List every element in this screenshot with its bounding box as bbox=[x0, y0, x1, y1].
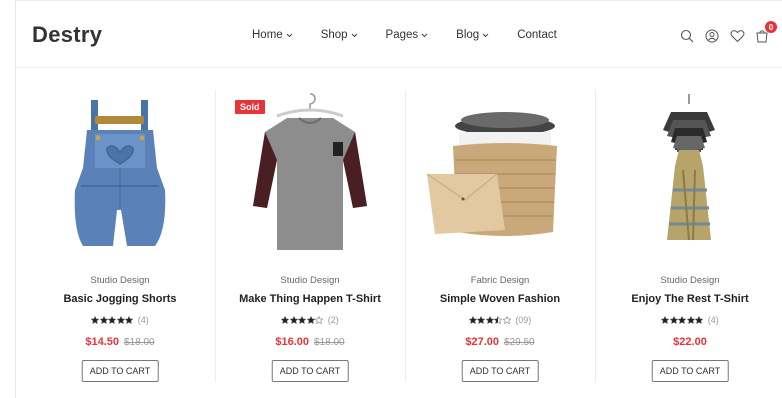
add-to-cart-button[interactable]: ADD TO CART bbox=[81, 360, 159, 382]
nav-item-label: Home bbox=[252, 29, 283, 41]
review-count: (09) bbox=[515, 315, 532, 325]
nav-item-home[interactable]: Home bbox=[252, 29, 293, 41]
old-price: $18.00 bbox=[124, 337, 155, 348]
product-rating: (09) bbox=[405, 315, 595, 325]
user-icon[interactable] bbox=[703, 27, 721, 45]
star-icon bbox=[502, 316, 511, 324]
current-price: $14.50 bbox=[85, 336, 120, 348]
main-nav: Home Shop Pages Blog Contact bbox=[252, 29, 585, 41]
star-rating bbox=[661, 316, 704, 324]
product-image-overalls[interactable] bbox=[25, 90, 215, 258]
product-card[interactable]: Fabric Design Simple Woven Fashion (09) … bbox=[405, 90, 595, 386]
site-logo[interactable]: Destry bbox=[32, 22, 102, 48]
product-brand: Studio Design bbox=[280, 275, 340, 286]
product-brand: Studio Design bbox=[660, 275, 720, 286]
current-price: $22.00 bbox=[673, 336, 707, 348]
add-to-cart-button[interactable]: ADD TO CART bbox=[461, 360, 539, 382]
nav-item-label: Contact bbox=[517, 29, 557, 41]
nav-item-label: Pages bbox=[385, 29, 419, 41]
product-brand: Studio Design bbox=[90, 275, 150, 286]
star-icon bbox=[281, 316, 290, 324]
cart-count-badge: 0 bbox=[765, 21, 777, 33]
star-icon bbox=[686, 316, 695, 324]
review-count: (2) bbox=[327, 315, 339, 325]
star-icon bbox=[695, 316, 704, 324]
chevron-down-icon bbox=[351, 29, 358, 41]
product-prices: $14.50 $18.00 bbox=[25, 336, 215, 348]
add-to-cart-button[interactable]: ADD TO CART bbox=[271, 360, 349, 382]
header: Destry Home Shop Pages Blog Contact 0 bbox=[16, 0, 782, 68]
star-icon bbox=[315, 316, 324, 324]
product-card[interactable]: Sold Studio Design Make Thing Happen T-S… bbox=[215, 90, 405, 386]
star-icon bbox=[91, 316, 100, 324]
star-icon bbox=[669, 316, 678, 324]
nav-item-label: Blog bbox=[456, 29, 480, 41]
star-icon bbox=[678, 316, 687, 324]
star-icon bbox=[289, 316, 298, 324]
nav-item-label: Shop bbox=[320, 29, 348, 41]
star-icon bbox=[494, 316, 503, 324]
star-rating bbox=[91, 316, 134, 324]
current-price: $27.00 bbox=[465, 336, 500, 348]
product-rating: (4) bbox=[595, 315, 782, 325]
star-icon bbox=[116, 316, 125, 324]
star-rating bbox=[281, 316, 324, 324]
nav-item-shop[interactable]: Shop bbox=[321, 29, 358, 41]
review-count: (4) bbox=[137, 315, 149, 325]
search-icon[interactable] bbox=[678, 27, 696, 45]
nav-item-pages[interactable]: Pages bbox=[386, 29, 429, 41]
product-rating: (2) bbox=[215, 315, 405, 325]
product-grid: Studio Design Basic Jogging Shorts (4) $… bbox=[25, 90, 782, 390]
product-rating: (4) bbox=[25, 315, 215, 325]
current-price: $16.00 bbox=[275, 336, 310, 348]
star-icon bbox=[477, 316, 486, 324]
product-prices: $16.00 $18.00 bbox=[215, 336, 405, 348]
product-brand: Fabric Design bbox=[470, 275, 530, 286]
nav-item-contact[interactable]: Contact bbox=[517, 29, 557, 41]
product-image-hanging-dress[interactable] bbox=[595, 90, 782, 258]
cart-icon[interactable]: 0 bbox=[753, 21, 777, 45]
add-to-cart-button[interactable]: ADD TO CART bbox=[651, 360, 729, 382]
star-icon bbox=[108, 316, 117, 324]
star-icon bbox=[99, 316, 108, 324]
star-icon bbox=[661, 316, 670, 324]
review-count: (4) bbox=[707, 315, 719, 325]
old-price: $29.50 bbox=[504, 337, 535, 348]
sold-badge: Sold bbox=[235, 100, 265, 114]
product-title[interactable]: Enjoy The Rest T-Shirt bbox=[595, 293, 782, 305]
product-title[interactable]: Make Thing Happen T-Shirt bbox=[215, 293, 405, 305]
star-icon bbox=[485, 316, 494, 324]
old-price: $18.00 bbox=[314, 337, 345, 348]
star-icon bbox=[468, 316, 477, 324]
star-rating bbox=[468, 316, 512, 324]
product-card[interactable]: Studio Design Basic Jogging Shorts (4) $… bbox=[25, 90, 215, 386]
product-prices: $22.00 bbox=[595, 336, 782, 348]
page: Destry Home Shop Pages Blog Contact 0 St… bbox=[0, 0, 782, 398]
product-image-basket[interactable] bbox=[405, 90, 595, 258]
star-icon bbox=[125, 316, 134, 324]
chevron-down-icon bbox=[482, 29, 489, 41]
product-card[interactable]: Studio Design Enjoy The Rest T-Shirt (4)… bbox=[595, 90, 782, 386]
product-title[interactable]: Basic Jogging Shorts bbox=[25, 293, 215, 305]
chevron-down-icon bbox=[286, 29, 293, 41]
product-title[interactable]: Simple Woven Fashion bbox=[405, 293, 595, 305]
product-prices: $27.00 $29.50 bbox=[405, 336, 595, 348]
heart-icon[interactable] bbox=[728, 27, 746, 45]
product-image-tshirt[interactable] bbox=[215, 90, 405, 258]
chevron-down-icon bbox=[421, 29, 428, 41]
header-actions: 0 bbox=[678, 21, 778, 45]
nav-item-blog[interactable]: Blog bbox=[456, 29, 489, 41]
star-icon bbox=[306, 316, 315, 324]
star-icon bbox=[298, 316, 307, 324]
